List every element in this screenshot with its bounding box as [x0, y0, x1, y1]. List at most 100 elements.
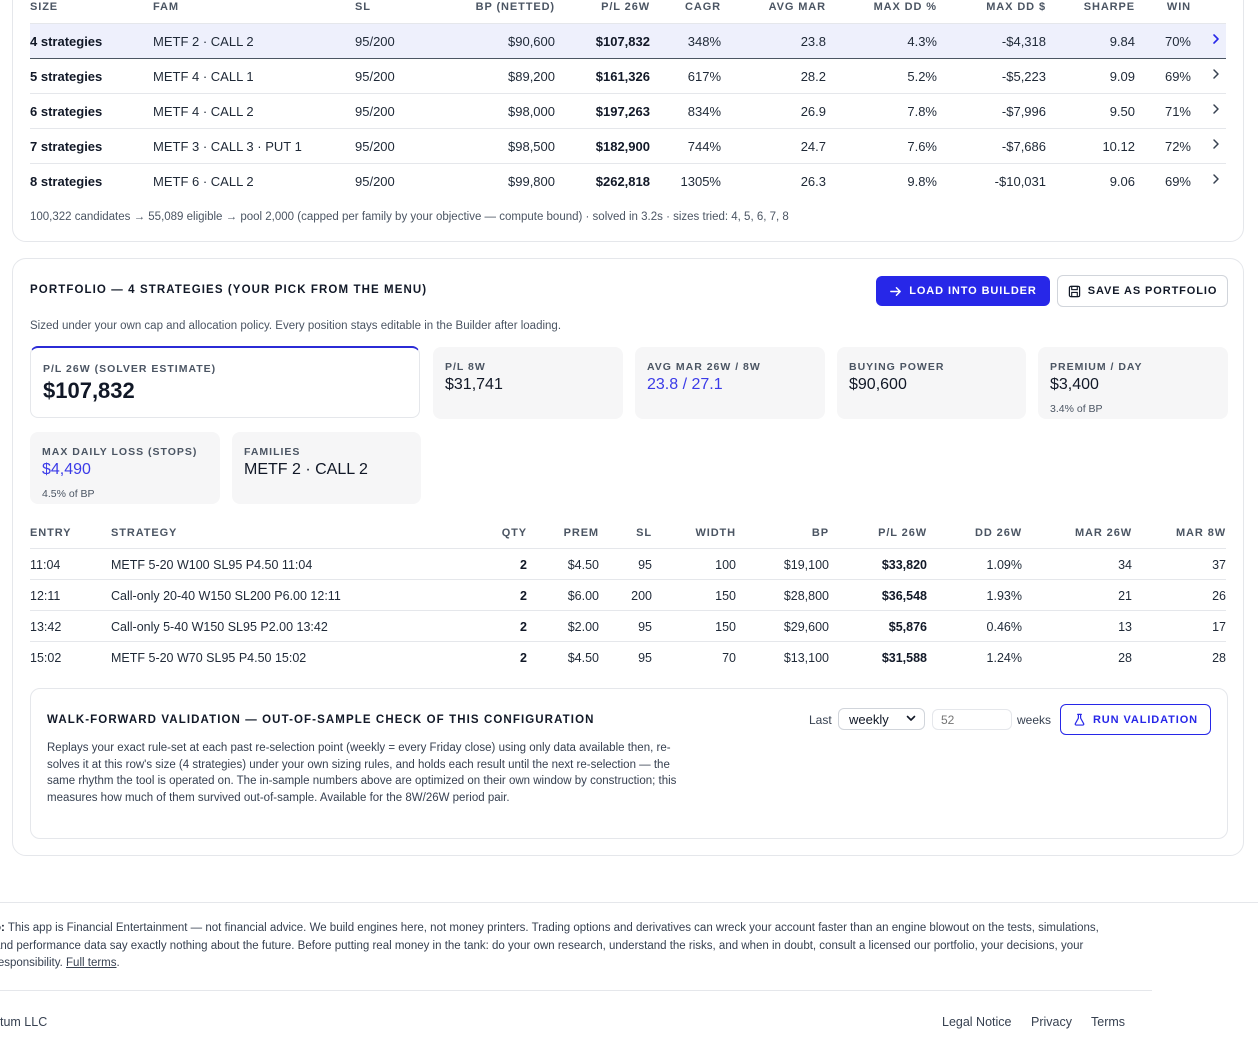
- size-row-6[interactable]: 6 strategies METF 4 · CALL 2 95/200 $98,…: [30, 94, 1226, 129]
- entry-width: 100: [715, 558, 736, 572]
- entry-sl: 95: [638, 558, 652, 572]
- entry-qty: 2: [520, 558, 527, 572]
- chevron-down-icon: [906, 715, 916, 721]
- col-header-win: WIN: [1166, 1, 1191, 13]
- entry-mar8: 26: [1212, 589, 1226, 603]
- row-win: 72%: [1164, 139, 1191, 154]
- row-stop-loss: 95/200: [355, 139, 395, 154]
- entry-strategy: METF 5-20 W70 SL95 P4.50 15:02: [111, 651, 307, 665]
- entry-sl: 95: [638, 651, 652, 665]
- row-avg-mar: 24.7: [800, 139, 826, 154]
- row-families: METF 2 · CALL 2: [153, 34, 254, 49]
- col-header-avg-mar: AVG MAR: [768, 1, 826, 13]
- stat-label: PREMIUM / DAY: [1050, 361, 1143, 373]
- entry-sl: 200: [631, 589, 652, 603]
- row-win: 69%: [1164, 69, 1191, 84]
- run-validation-button[interactable]: RUN VALIDATION: [1060, 704, 1211, 735]
- period-select[interactable]: weekly: [838, 708, 925, 730]
- size-comparison-card: SIZE FAM SL BP (NETTED) P/L 26W CAGR AVG…: [12, 0, 1244, 242]
- save-button-label: SAVE AS PORTFOLIO: [1087, 285, 1218, 297]
- row-max-dd-usd: -$7,996: [1001, 104, 1046, 119]
- row-max-dd-usd: -$4,318: [1001, 34, 1046, 49]
- weeks-label: weeks: [1017, 713, 1052, 727]
- row-max-dd-pct: 9.8%: [907, 174, 937, 189]
- col-header-bp: BP (NETTED): [475, 1, 555, 13]
- privacy-link[interactable]: Privacy: [1031, 1015, 1072, 1029]
- walk-forward-description: Replays your exact rule-set at each past…: [47, 742, 677, 804]
- last-label: Last: [809, 713, 832, 727]
- save-icon: [1068, 285, 1080, 297]
- col-header-strategy: STRATEGY: [111, 527, 178, 539]
- stat-value: $31,741: [445, 376, 503, 393]
- size-row-8[interactable]: 8 strategies METF 6 · CALL 2 95/200 $99,…: [30, 164, 1226, 199]
- chevron-right-icon[interactable]: [1209, 137, 1223, 151]
- size-row-7[interactable]: 7 strategies METF 3 · CALL 3 · PUT 1 95/…: [30, 129, 1226, 164]
- run-button-label: RUN VALIDATION: [1092, 713, 1199, 726]
- row-max-dd-usd: -$7,686: [1001, 139, 1046, 154]
- entry-pl26: $36,548: [881, 589, 927, 603]
- entry-width: 70: [722, 651, 736, 665]
- col-header-width: WIDTH: [695, 527, 736, 539]
- entry-row: 15:02 METF 5-20 W70 SL95 P4.50 15:02 2 $…: [30, 642, 1226, 673]
- row-max-dd-pct: 5.2%: [907, 69, 937, 84]
- row-bp: $98,000: [508, 104, 555, 119]
- size-row-5[interactable]: 5 strategies METF 4 · CALL 1 95/200 $89,…: [30, 59, 1226, 94]
- stat-note: 4.5% of BP: [42, 488, 95, 500]
- row-win: 70%: [1164, 34, 1191, 49]
- stat-label: P/L 26W (SOLVER ESTIMATE): [43, 363, 217, 375]
- legal-notice-link[interactable]: Legal Notice: [942, 1015, 1012, 1029]
- col-header-sl: SL: [636, 527, 652, 539]
- entry-time: 11:04: [30, 558, 61, 572]
- entry-mar26: 28: [1118, 651, 1132, 665]
- row-max-dd-pct: 7.6%: [907, 139, 937, 154]
- row-cagr: 744%: [687, 139, 721, 154]
- entry-strategy: Call-only 20-40 W150 SL200 P6.00 12:11: [111, 589, 341, 603]
- stat-value: $3,400: [1050, 376, 1099, 393]
- arrow-right-icon: [890, 286, 902, 296]
- row-size: 5 strategies: [30, 69, 103, 84]
- load-into-builder-button[interactable]: LOAD INTO BUILDER: [876, 276, 1050, 306]
- row-stop-loss: 95/200: [355, 69, 395, 84]
- row-bp: $99,800: [508, 174, 555, 189]
- size-table-header: SIZE FAM SL BP (NETTED) P/L 26W CAGR AVG…: [30, 1, 1226, 24]
- chevron-right-icon[interactable]: [1209, 32, 1223, 46]
- entry-dd26: 1.24%: [986, 651, 1022, 665]
- row-stop-loss: 95/200: [355, 34, 395, 49]
- weeks-input[interactable]: [932, 709, 1012, 730]
- row-avg-mar: 26.9: [800, 104, 826, 119]
- stat-label: BUYING POWER: [849, 361, 945, 373]
- row-pl26: $197,263: [595, 104, 650, 119]
- chevron-right-icon[interactable]: [1209, 102, 1223, 116]
- row-bp: $89,200: [508, 69, 555, 84]
- col-header-pl26: P/L 26W: [878, 527, 927, 539]
- entry-time: 12:11: [30, 589, 61, 603]
- row-stop-loss: 95/200: [355, 174, 395, 189]
- col-header-prem: PREM: [563, 527, 599, 539]
- row-avg-mar: 23.8: [800, 34, 826, 49]
- row-cagr: 617%: [687, 69, 721, 84]
- entry-sl: 95: [638, 620, 652, 634]
- size-row-4[interactable]: 4 strategies METF 2 · CALL 2 95/200 $90,…: [30, 24, 1226, 59]
- row-max-dd-pct: 7.8%: [907, 104, 937, 119]
- row-size: 7 strategies: [30, 139, 103, 154]
- row-families: METF 4 · CALL 1: [153, 69, 254, 84]
- terms-link[interactable]: Terms: [1091, 1015, 1125, 1029]
- period-select-value: weekly: [849, 711, 889, 727]
- stat-pl26-solver: P/L 26W (SOLVER ESTIMATE) $107,832: [30, 346, 420, 418]
- stat-label: MAX DAILY LOSS (STOPS): [42, 446, 198, 458]
- entry-time: 15:02: [30, 651, 62, 665]
- col-header-mar8: MAR 8W: [1175, 527, 1226, 539]
- col-header-dd26: DD 26W: [975, 527, 1022, 539]
- chevron-right-icon[interactable]: [1209, 172, 1223, 186]
- row-win: 71%: [1164, 104, 1191, 119]
- entry-qty: 2: [520, 651, 527, 665]
- row-cagr: 1305%: [680, 174, 721, 189]
- entry-bp: $13,100: [783, 651, 829, 665]
- chevron-right-icon[interactable]: [1209, 67, 1223, 81]
- full-terms-link[interactable]: Full terms: [66, 957, 116, 969]
- disclaimer-text: This app is Financial Entertainment — no…: [0, 922, 1099, 969]
- col-header-max-dd-pct: MAX DD %: [873, 1, 937, 13]
- save-as-portfolio-button[interactable]: SAVE AS PORTFOLIO: [1057, 275, 1228, 307]
- row-families: METF 6 · CALL 2: [153, 174, 254, 189]
- col-header-pl26: P/L 26W: [601, 1, 650, 13]
